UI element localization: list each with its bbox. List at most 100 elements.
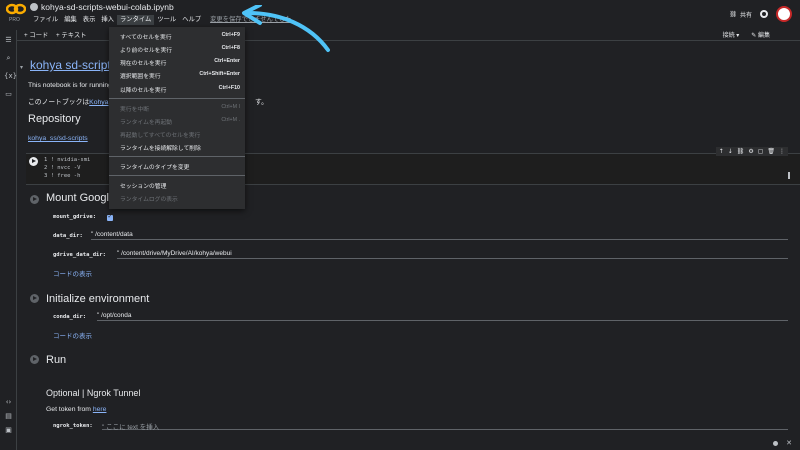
menu-file[interactable]: ファイル bbox=[30, 15, 61, 25]
ngrok-token-input[interactable]: " ここに text を挿入 bbox=[102, 421, 788, 431]
menu-item-label: すべてのセルを実行 bbox=[120, 35, 172, 41]
mirror-cell-icon[interactable]: ▢ bbox=[758, 148, 764, 155]
menu-view[interactable]: 表示 bbox=[80, 15, 99, 25]
repo-link[interactable]: kohya_ss/sd-scripts bbox=[28, 135, 88, 142]
runtime-menu: すべてのセルを実行 Ctrl+F9 より前のセルを実行 Ctrl+F8 現在のセ… bbox=[109, 27, 245, 209]
menu-item-restart[interactable]: ランタイムを再起動 Ctrl+M . bbox=[109, 115, 245, 128]
ngrok-heading: Optional | Ngrok Tunnel bbox=[46, 388, 141, 398]
delete-trash-icon[interactable]: 🗑 bbox=[767, 148, 775, 155]
data-dir-input[interactable]: " /content/data bbox=[91, 231, 788, 240]
ngrok-here-link[interactable]: here bbox=[93, 406, 107, 413]
add-text-button[interactable]: + テキスト bbox=[56, 30, 86, 39]
menu-item-change-runtime-type[interactable]: ランタイムのタイプを変更 bbox=[109, 160, 245, 173]
show-code-link[interactable]: コードの表示 bbox=[53, 268, 92, 278]
conda-dir-input[interactable]: " /opt/conda bbox=[97, 312, 788, 321]
menu-item-view-logs[interactable]: ランタイムログの表示 bbox=[109, 192, 245, 205]
mount-gdrive-checkbox[interactable] bbox=[107, 213, 113, 221]
menu-divider bbox=[109, 156, 245, 157]
intro-en-text: This notebook is for running bbox=[28, 82, 112, 89]
gdrive-data-dir-input[interactable]: " /content/drive/MyDrive/AI/kohya/webui bbox=[117, 250, 788, 259]
menu-item-shortcut: Ctrl+Enter bbox=[214, 58, 240, 64]
menu-tools[interactable]: ツール bbox=[154, 15, 179, 25]
menu-item-label: 実行を中断 bbox=[120, 107, 149, 113]
menu-item-run-all[interactable]: すべてのセルを実行 Ctrl+F9 bbox=[109, 30, 245, 43]
user-avatar[interactable] bbox=[776, 6, 792, 22]
cell-toolbar: ↑ ↓ ⛓ ⚙ ▢ 🗑 ⋮ bbox=[715, 147, 788, 156]
menu-item-label: 現在のセルを実行 bbox=[120, 61, 167, 67]
menu-item-label: ランタイムを接続解除して削除 bbox=[120, 146, 201, 152]
menu-item-label: 以降のセルを実行 bbox=[120, 88, 167, 94]
close-icon[interactable]: ✕ bbox=[786, 439, 792, 447]
add-code-button[interactable]: + コード bbox=[24, 30, 48, 39]
menu-item-label: ランタイムのタイプを変更 bbox=[120, 165, 190, 171]
menu-edit[interactable]: 編集 bbox=[61, 15, 80, 25]
left-rail: ☰ ⌕ {x} ▭ ‹› ▤ ▣ bbox=[0, 30, 17, 450]
menu-divider bbox=[109, 98, 245, 99]
menu-item-run-current[interactable]: 現在のセルを実行 Ctrl+Enter bbox=[109, 56, 245, 69]
menu-item-label: 選択範囲を実行 bbox=[120, 74, 161, 80]
menu-item-run-before[interactable]: より前のセルを実行 Ctrl+F8 bbox=[109, 43, 245, 56]
search-icon[interactable]: ⌕ bbox=[4, 54, 13, 62]
run-section-button[interactable] bbox=[30, 294, 39, 303]
share-button[interactable]: ⛓ 共有 bbox=[729, 10, 752, 19]
pro-badge: PRO bbox=[9, 17, 20, 23]
menu-item-shortcut: Ctrl+M . bbox=[221, 117, 240, 123]
menu-help[interactable]: ヘルプ bbox=[179, 15, 204, 25]
edit-button[interactable]: ✎ 編集 bbox=[751, 30, 770, 39]
run-cell-button[interactable] bbox=[29, 157, 38, 166]
menu-item-run-after[interactable]: 以降のセルを実行 Ctrl+F10 bbox=[109, 83, 245, 96]
notebook-title: kohya sd-scripts bbox=[30, 58, 117, 72]
menu-item-label: より前のセルを実行 bbox=[120, 48, 173, 54]
menu-runtime[interactable]: ランタイム bbox=[116, 15, 155, 25]
kohya-link[interactable]: Kohya bbox=[89, 99, 108, 106]
menu-item-label: 再起動してすべてのセルを実行 bbox=[120, 133, 201, 139]
menu-item-disconnect-delete[interactable]: ランタイムを接続解除して削除 bbox=[109, 141, 245, 154]
menu-item-restart-run-all[interactable]: 再起動してすべてのセルを実行 bbox=[109, 128, 245, 141]
status-dot-icon bbox=[773, 440, 779, 446]
ngrok-token-label: ngrok_token: bbox=[53, 423, 93, 429]
code-line: 3 ! free -h bbox=[44, 173, 81, 179]
colab-logo[interactable]: PRO bbox=[5, 3, 27, 23]
terminal-icon[interactable]: ▣ bbox=[4, 426, 13, 434]
data-dir-label: data_dir: bbox=[53, 233, 83, 239]
settings-gear-icon[interactable]: ⚙ bbox=[748, 148, 753, 155]
link-icon[interactable]: ⛓ bbox=[737, 148, 745, 155]
code-line: 1 ! nvidia-smi bbox=[44, 157, 91, 163]
connect-button[interactable]: 接続 ▾ bbox=[723, 30, 740, 39]
link-icon: ⛓ bbox=[729, 11, 737, 18]
token-text: Get token from here bbox=[46, 406, 107, 413]
run-section-button[interactable] bbox=[30, 355, 39, 364]
more-vert-icon[interactable]: ⋮ bbox=[779, 148, 785, 155]
collapse-caret-icon[interactable]: ▾ bbox=[20, 64, 23, 71]
top-bar: PRO kohya-sd-scripts-webui-colab.ipynb フ… bbox=[0, 0, 800, 27]
code-snippets-icon[interactable]: ‹› bbox=[4, 398, 13, 406]
file-name[interactable]: kohya-sd-scripts-webui-colab.ipynb bbox=[41, 2, 174, 12]
menu-item-manage-sessions[interactable]: セッションの管理 bbox=[109, 179, 245, 192]
menu-item-label: セッションの管理 bbox=[120, 184, 167, 190]
move-up-icon[interactable]: ↑ bbox=[719, 148, 724, 155]
toc-icon[interactable]: ☰ bbox=[4, 36, 13, 44]
command-palette-icon[interactable]: ▤ bbox=[4, 412, 13, 420]
settings-gear-icon[interactable] bbox=[760, 10, 768, 18]
code-line: 2 ! nvcc -V bbox=[44, 165, 81, 171]
cell-scrollbar[interactable] bbox=[788, 172, 790, 179]
mount-gdrive-label: mount_gdrive: bbox=[53, 214, 97, 220]
menu-item-interrupt[interactable]: 実行を中断 Ctrl+M I bbox=[109, 102, 245, 115]
menu-divider bbox=[109, 175, 245, 176]
run-section-button[interactable] bbox=[30, 195, 39, 204]
gdrive-data-dir-label: gdrive_data_dir: bbox=[53, 252, 106, 258]
annotation-arrow-icon bbox=[242, 5, 330, 52]
menu-item-shortcut: Ctrl+Shift+Enter bbox=[199, 71, 240, 77]
files-folder-icon[interactable]: ▭ bbox=[4, 90, 13, 98]
menu-insert[interactable]: 挿入 bbox=[98, 15, 117, 25]
menu-item-shortcut: Ctrl+F10 bbox=[218, 85, 240, 91]
github-icon bbox=[30, 3, 38, 11]
repository-heading: Repository bbox=[28, 113, 81, 125]
show-code-link[interactable]: コードの表示 bbox=[53, 330, 92, 340]
move-down-icon[interactable]: ↓ bbox=[728, 148, 733, 155]
variables-icon[interactable]: {x} bbox=[4, 72, 17, 80]
menu-item-label: ランタイムを再起動 bbox=[120, 120, 173, 126]
intro-ja-text: このノートブックはKohya bbox=[28, 99, 109, 106]
menu-item-run-selection[interactable]: 選択範囲を実行 Ctrl+Shift+Enter bbox=[109, 69, 245, 82]
conda-dir-label: conda_dir: bbox=[53, 314, 87, 320]
